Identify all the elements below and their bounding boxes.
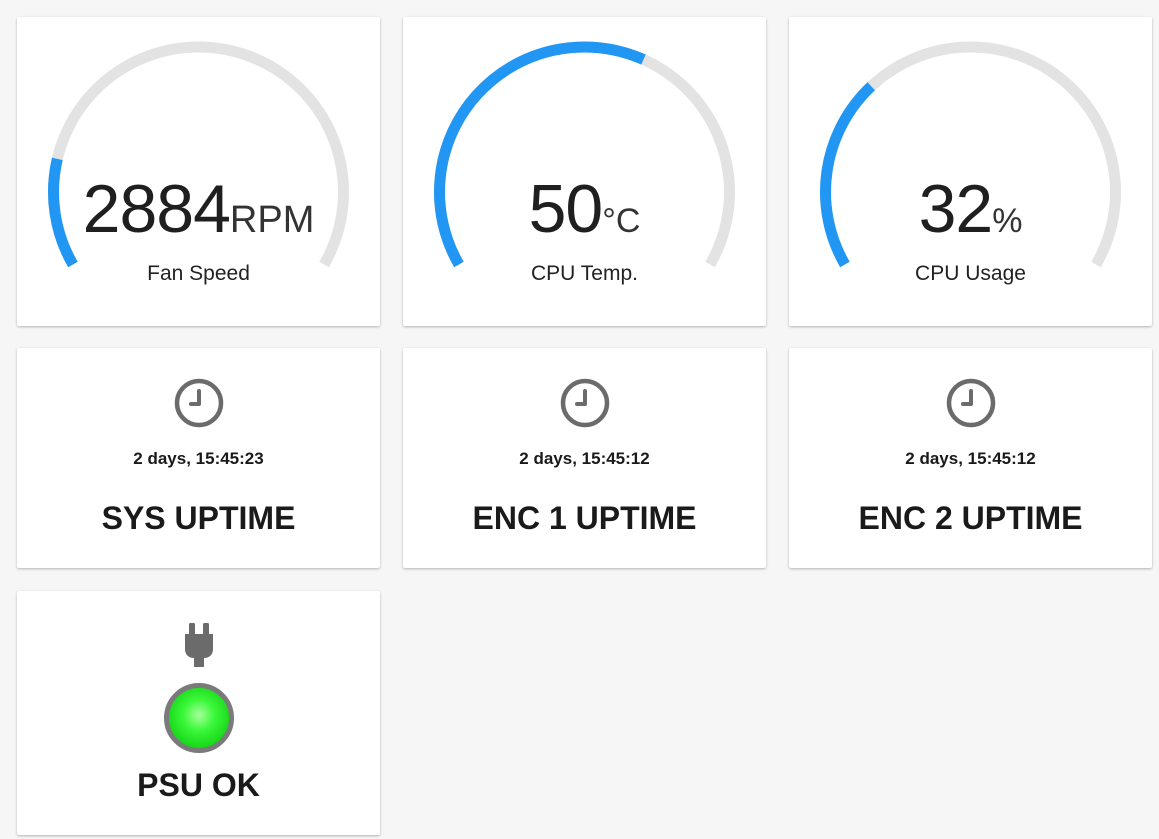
fan-speed-value: 2884 <box>82 171 231 247</box>
enc2-uptime-value: 2 days, 15:45:12 <box>905 449 1036 468</box>
led-indicator <box>163 683 234 753</box>
cpu-usage-card: 32% CPU Usage <box>789 17 1152 326</box>
cpu-usage-unit: % <box>992 202 1023 240</box>
fan-speed-readout: 2884RPM <box>17 175 380 243</box>
fan-speed-unit: RPM <box>229 199 315 241</box>
cpu-temp-label: CPU Temp. <box>531 262 638 285</box>
sys-uptime-title: SYS UPTIME <box>101 500 296 536</box>
fan-speed-card: 2884RPM Fan Speed <box>17 17 380 326</box>
psu-status-card: PSU OK <box>17 591 380 835</box>
enc2-uptime-title: ENC 2 UPTIME <box>858 500 1083 536</box>
enc1-uptime-card: 2 days, 15:45:12 ENC 1 UPTIME <box>403 348 766 568</box>
fan-speed-label: Fan Speed <box>147 262 250 285</box>
plug-icon <box>184 623 213 667</box>
cpu-usage-value: 32 <box>918 171 994 247</box>
enc1-uptime-title: ENC 1 UPTIME <box>472 500 697 536</box>
enc2-uptime-card: 2 days, 15:45:12 ENC 2 UPTIME <box>789 348 1152 568</box>
cpu-usage-label: CPU Usage <box>915 262 1026 285</box>
clock-icon <box>946 378 995 428</box>
sys-uptime-value: 2 days, 15:45:23 <box>133 449 264 468</box>
enc1-uptime-value: 2 days, 15:45:12 <box>519 449 650 468</box>
cpu-temp-readout: 50°C <box>403 175 766 243</box>
cpu-usage-readout: 32% <box>789 175 1152 243</box>
cpu-temp-value: 50 <box>528 171 604 247</box>
cpu-temp-unit: °C <box>602 202 641 240</box>
clock-icon <box>174 378 223 428</box>
psu-status-title: PSU OK <box>137 767 260 803</box>
cpu-temp-card: 50°C CPU Temp. <box>403 17 766 326</box>
clock-icon <box>560 378 609 428</box>
sys-uptime-card: 2 days, 15:45:23 SYS UPTIME <box>17 348 380 568</box>
